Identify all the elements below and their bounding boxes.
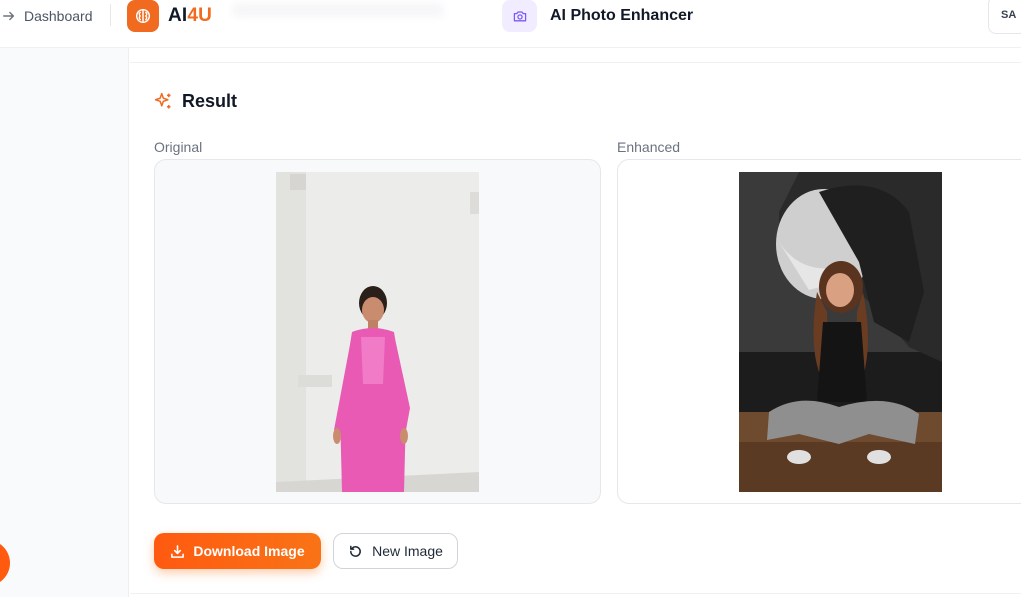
brain-icon <box>127 0 159 32</box>
sparkles-icon <box>154 92 171 108</box>
brand-name: AI4U <box>168 5 212 27</box>
enhanced-label: Enhanced <box>617 139 681 155</box>
brand-prefix: AI <box>168 5 188 26</box>
brand-accent: 4U <box>187 5 213 26</box>
original-photo[interactable] <box>276 172 479 492</box>
tool-name: AI Photo Enhancer <box>550 7 694 24</box>
top-header: Dashboard AI4U AI Photo Enhancer SA <box>0 0 1021 48</box>
brand-logo[interactable]: AI4U <box>127 0 212 32</box>
back-link-label: Dashboard <box>24 8 93 24</box>
download-button-label: Download Image <box>193 543 305 559</box>
camera-icon <box>502 0 537 32</box>
download-icon <box>171 544 185 558</box>
download-image-button[interactable]: Download Image <box>154 533 321 569</box>
new-button-label: New Image <box>372 543 443 559</box>
blurred-header-content <box>232 3 444 17</box>
back-to-dashboard-link[interactable]: Dashboard <box>2 6 93 26</box>
sidebar <box>0 48 129 597</box>
original-label: Original <box>154 139 203 155</box>
new-image-button[interactable]: New Image <box>333 533 458 569</box>
main-bottom-divider <box>130 593 1021 594</box>
user-avatar[interactable]: SA <box>988 0 1021 34</box>
result-heading: Result <box>153 89 237 113</box>
enhanced-photo[interactable] <box>739 172 942 492</box>
result-title: Result <box>182 90 238 111</box>
refresh-icon <box>350 545 361 557</box>
arrow-right-icon <box>3 11 15 21</box>
tool-title: AI Photo Enhancer <box>502 0 693 32</box>
main-top-divider <box>130 62 1021 63</box>
header-divider <box>110 4 111 26</box>
